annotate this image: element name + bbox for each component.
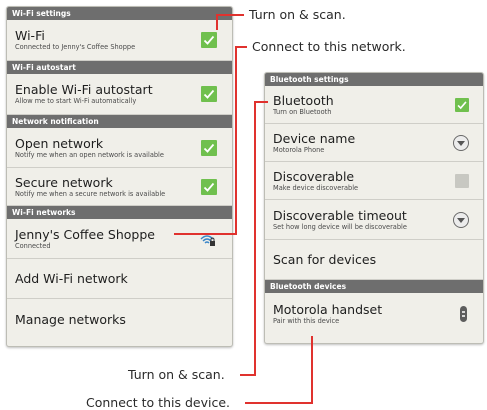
autostart-subtitle: Allow me to start Wi-Fi automatically: [15, 97, 137, 105]
open-network-checkbox[interactable]: [201, 139, 217, 156]
bluetooth-checkbox[interactable]: [455, 97, 469, 112]
add-wifi-network-row[interactable]: Add Wi-Fi network: [7, 259, 232, 299]
wifi-settings-panel: Wi-Fi settings Wi-Fi Connected to Jenny'…: [6, 6, 233, 347]
wifi-toggle-row[interactable]: Wi-Fi Connected to Jenny's Coffee Shoppe: [7, 20, 232, 61]
handset-subtitle: Pair with this device: [273, 317, 340, 325]
callout-line: [235, 46, 237, 234]
discoverable-checkbox[interactable]: [455, 173, 469, 188]
callout-bt-turn-on: Turn on & scan.: [128, 367, 225, 382]
section-header-bluetooth-devices: Bluetooth devices: [265, 280, 483, 293]
section-header-wifi-autostart: Wi-Fi autostart: [7, 61, 232, 74]
checkmark-icon: [203, 182, 215, 192]
section-header-network-notification: Network notification: [7, 115, 232, 128]
autostart-checkbox[interactable]: [201, 86, 217, 102]
callout-line: [240, 374, 256, 376]
callout-wifi-turn-on: Turn on & scan.: [249, 7, 346, 22]
wifi-title: Wi-Fi: [15, 28, 45, 43]
callout-line: [245, 402, 313, 404]
discoverable-timeout-row[interactable]: Discoverable timeout Set how long device…: [265, 200, 483, 240]
bluetooth-toggle-row[interactable]: Bluetooth Turn on Bluetooth: [265, 86, 483, 124]
callout-line: [254, 101, 268, 103]
callout-line: [216, 14, 244, 16]
callout-wifi-connect: Connect to this network.: [252, 39, 406, 54]
bluetooth-title: Bluetooth: [273, 92, 334, 108]
discoverable-subtitle: Make device discoverable: [273, 183, 359, 192]
callout-line: [311, 336, 313, 404]
wifi-checkbox[interactable]: [201, 32, 217, 48]
bluetooth-settings-panel: Bluetooth settings Bluetooth Turn on Blu…: [264, 72, 484, 344]
device-menu-icon[interactable]: [460, 306, 467, 322]
secure-network-checkbox[interactable]: [201, 178, 217, 195]
section-header-wifi-networks: Wi-Fi networks: [7, 206, 232, 219]
section-header-bluetooth-settings: Bluetooth settings: [265, 73, 483, 86]
callout-line: [216, 14, 218, 30]
device-name-row[interactable]: Device name Motorola Phone: [265, 124, 483, 162]
callout-line: [174, 233, 237, 235]
network-row-jennys[interactable]: Jenny's Coffee Shoppe Connected: [7, 219, 232, 259]
discoverable-title: Discoverable: [273, 168, 355, 184]
callout-line: [254, 101, 256, 376]
secure-network-subtitle: Notify me when a secure network is avail…: [15, 189, 166, 198]
bluetooth-subtitle: Turn on Bluetooth: [273, 107, 332, 116]
autostart-title: Enable Wi-Fi autostart: [15, 82, 153, 97]
discoverable-timeout-subtitle: Set how long device will be discoverable: [273, 222, 407, 231]
scan-for-devices-row[interactable]: Scan for devices: [265, 240, 483, 280]
discoverable-timeout-title: Discoverable timeout: [273, 207, 407, 223]
device-name-value: Motorola Phone: [273, 145, 325, 154]
section-header-wifi-settings: Wi-Fi settings: [7, 7, 232, 20]
checkmark-icon: [203, 35, 215, 45]
device-row-motorola-handset[interactable]: Motorola handset Pair with this device: [265, 293, 483, 335]
checkmark-icon: [457, 100, 467, 109]
checkmark-icon: [203, 143, 215, 153]
open-network-title: Open network: [15, 135, 104, 151]
manage-networks-label: Manage networks: [15, 311, 126, 327]
dropdown-circle-icon[interactable]: [453, 134, 469, 151]
device-name-title: Device name: [273, 130, 356, 146]
scan-for-devices-label: Scan for devices: [273, 252, 377, 267]
checkmark-icon: [203, 89, 215, 99]
secure-network-row[interactable]: Secure network Notify me when a secure n…: [7, 168, 232, 206]
add-wifi-network-label: Add Wi-Fi network: [15, 271, 128, 286]
manage-networks-row[interactable]: Manage networks: [7, 299, 232, 339]
open-network-subtitle: Notify me when an open network is availa…: [15, 150, 164, 159]
dropdown-circle-icon[interactable]: [453, 211, 469, 228]
open-network-row[interactable]: Open network Notify me when an open netw…: [7, 128, 232, 168]
secure-network-title: Secure network: [15, 174, 113, 190]
discoverable-row[interactable]: Discoverable Make device discoverable: [265, 162, 483, 200]
wifi-subtitle: Connected to Jenny's Coffee Shoppe: [15, 43, 136, 51]
handset-title: Motorola handset: [273, 302, 383, 317]
autostart-row[interactable]: Enable Wi-Fi autostart Allow me to start…: [7, 74, 232, 115]
callout-bt-connect: Connect to this device.: [86, 395, 230, 410]
